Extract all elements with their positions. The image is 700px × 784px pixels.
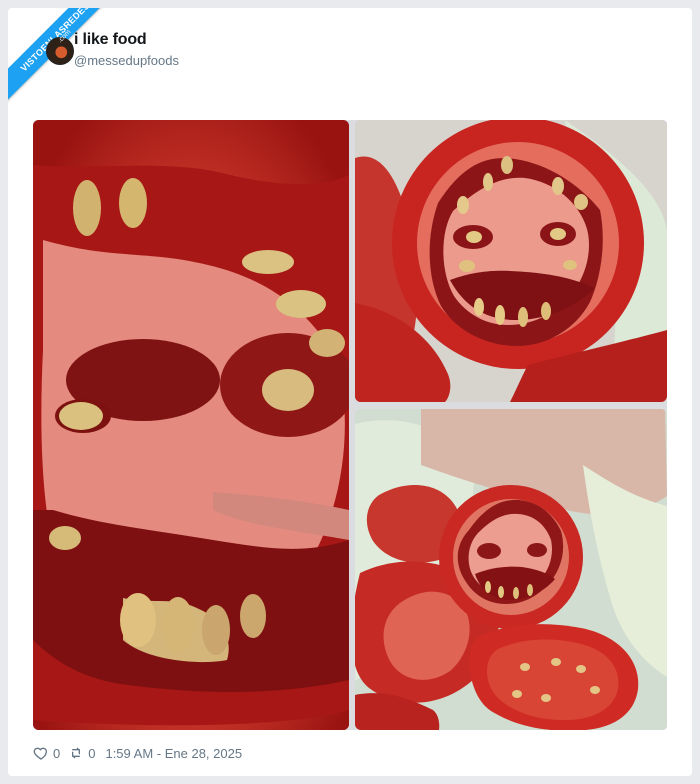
display-name[interactable]: i like food [74, 31, 147, 49]
like-count-group[interactable]: 0 [33, 745, 60, 761]
tweet-header: i like food @messedupfoods [8, 8, 692, 78]
tweet-card: VISTOENLASREDES .com i like food @messed… [8, 8, 692, 776]
tomato-plate-photo[interactable] [355, 409, 667, 730]
media-collage[interactable] [33, 120, 667, 730]
retweet-count-group[interactable]: 0 [68, 745, 95, 761]
closeup-tomato-image [33, 120, 349, 730]
tomato-face-photo[interactable] [355, 120, 667, 402]
tomato-plate-image [355, 409, 667, 730]
user-handle[interactable]: @messedupfoods [74, 53, 179, 68]
closeup-tomato-photo[interactable] [33, 120, 349, 730]
tweet-footer: 0 0 1:59 AM - Ene 28, 2025 [33, 743, 242, 763]
like-count: 0 [53, 745, 61, 761]
tomato-face-image [355, 120, 667, 402]
retweet-count: 0 [88, 745, 96, 761]
retweet-icon[interactable] [68, 745, 84, 761]
heart-icon[interactable] [33, 745, 49, 761]
timestamp[interactable]: 1:59 AM - Ene 28, 2025 [105, 746, 242, 761]
